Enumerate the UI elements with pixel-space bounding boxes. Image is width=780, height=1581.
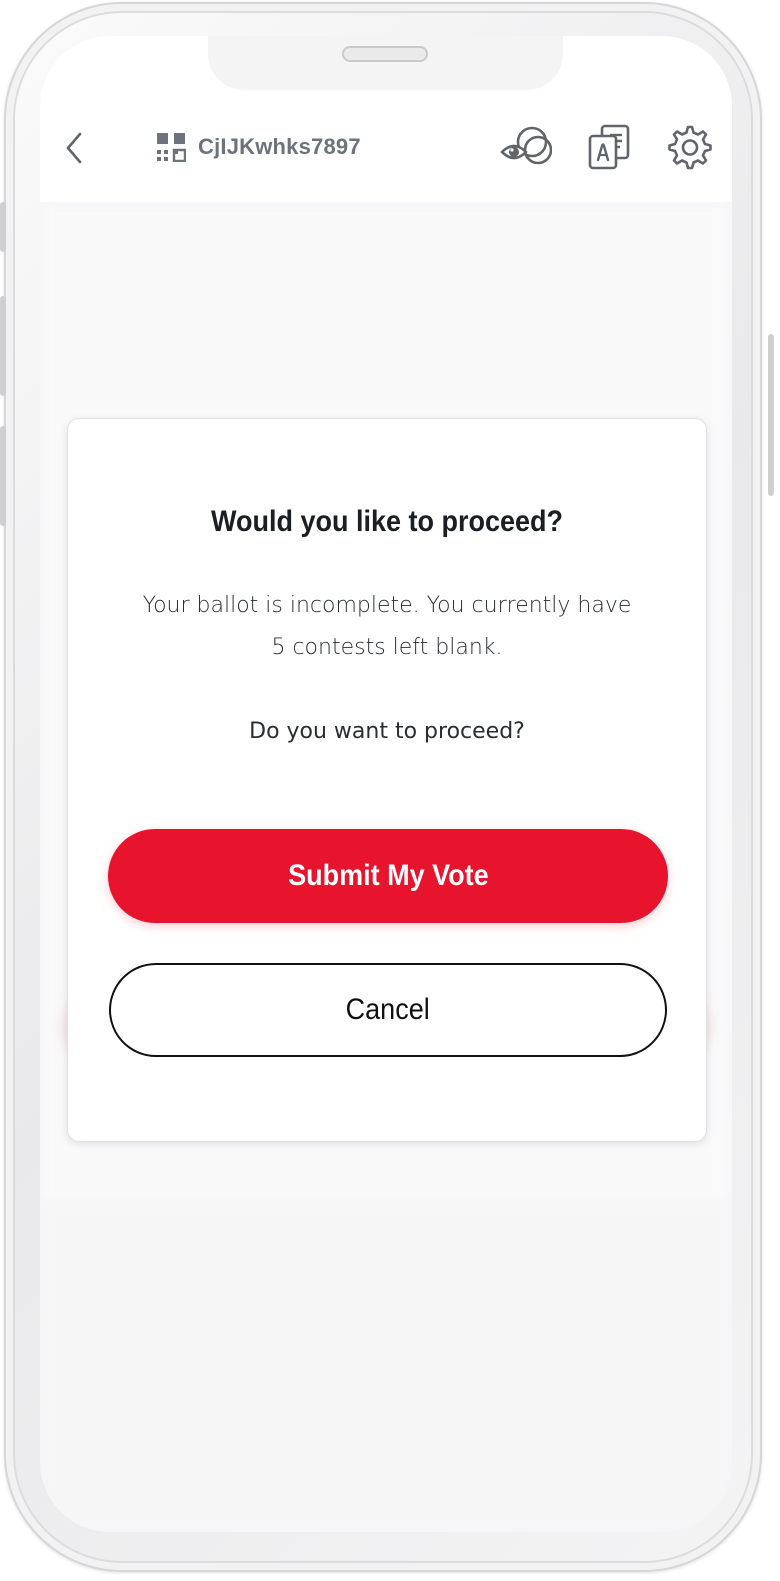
volume-down-button	[0, 426, 6, 526]
dialog-message-line-1: Your ballot is incomplete. You currently…	[142, 593, 632, 618]
confirmation-dialog: Would you like to proceed? Your ballot i…	[67, 418, 707, 1142]
dialog-message-line-2: 5 contests left blank.	[271, 635, 503, 660]
power-button	[768, 334, 774, 496]
mute-switch	[0, 202, 6, 252]
cancel-button[interactable]: Cancel	[109, 963, 667, 1057]
submit-vote-button[interactable]: Submit My Vote	[108, 829, 668, 923]
dialog-message: Your ballot is incomplete. You currently…	[108, 585, 666, 669]
volume-up-button	[0, 296, 6, 396]
submit-vote-label: Submit My Vote	[287, 859, 489, 892]
dialog-question: Do you want to proceed?	[249, 719, 525, 744]
phone-screen: CjIJKwhks7897 Would you like to proceed?…	[40, 36, 732, 1532]
cancel-label: Cancel	[345, 993, 431, 1026]
phone-mockup: CjIJKwhks7897 Would you like to proceed?…	[0, 0, 780, 1581]
dialog-title: Would you like to proceed?	[210, 505, 564, 538]
